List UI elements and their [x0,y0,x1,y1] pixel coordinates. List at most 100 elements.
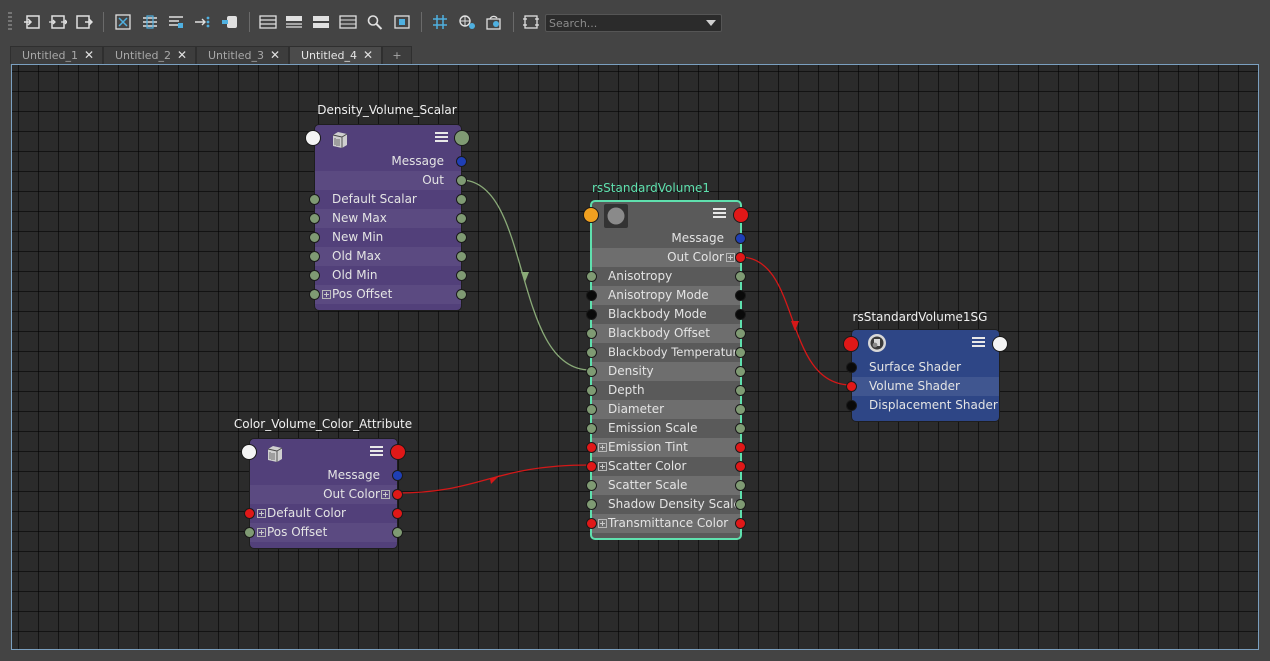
input-port[interactable] [586,309,597,320]
output-port[interactable] [456,270,467,281]
graph-input-icon[interactable] [22,12,42,32]
output-port[interactable] [735,309,746,320]
node-color-volume-color-attribute[interactable]: Message Out Color Default Color Pos Offs… [241,438,406,549]
graph-output-icon[interactable] [74,12,94,32]
expand-icon[interactable] [598,443,607,452]
swatch-compact-icon[interactable] [258,12,278,32]
output-port[interactable] [992,336,1008,352]
attribute-row[interactable]: Emission Tint [586,438,746,457]
attribute-row[interactable]: Message [250,466,403,485]
input-port[interactable] [586,366,597,377]
attribute-row[interactable]: Scatter Color [586,457,746,476]
layout-icon[interactable] [166,12,186,32]
attribute-row[interactable]: Pos Offset [309,285,467,304]
attribute-row[interactable]: Depth [586,381,746,400]
attribute-row[interactable]: Out Color [250,485,403,504]
menu-icon[interactable] [370,446,383,458]
frame-all-icon[interactable] [113,12,133,32]
menu-icon[interactable] [435,132,448,144]
attribute-row[interactable]: Displacement Shader [846,396,999,415]
attribute-row[interactable]: Pos Offset [244,523,403,542]
input-port[interactable] [586,385,597,396]
output-port[interactable] [735,442,746,453]
attribute-row[interactable]: Anisotropy [586,267,746,286]
input-port[interactable] [586,271,597,282]
swatch-simple-icon[interactable] [284,12,304,32]
input-port[interactable] [586,347,597,358]
output-port[interactable] [735,233,746,244]
output-port[interactable] [735,366,746,377]
input-port[interactable] [586,404,597,415]
export-icon[interactable] [521,12,541,32]
output-port[interactable] [735,271,746,282]
input-port[interactable] [846,381,857,392]
input-port[interactable] [244,508,255,519]
node-title[interactable]: Density_Volume_Scalar [317,103,456,117]
input-port[interactable] [244,527,255,538]
input-port[interactable] [309,270,320,281]
input-port[interactable] [309,213,320,224]
output-port[interactable] [735,328,746,339]
material-viewer-icon[interactable] [392,12,412,32]
output-port[interactable] [456,213,467,224]
search-input[interactable] [546,15,704,31]
expand-icon[interactable] [726,253,735,262]
expand-icon[interactable] [257,509,266,518]
input-port[interactable] [586,480,597,491]
input-port[interactable] [586,461,597,472]
wire-density[interactable] [460,179,591,371]
chevron-down-icon[interactable] [706,20,716,26]
input-port[interactable] [586,518,597,529]
attribute-row[interactable]: Old Max [309,247,467,266]
input-port[interactable] [586,290,597,301]
input-port[interactable] [586,328,597,339]
swatch-custom-icon[interactable] [338,12,358,32]
output-port[interactable] [456,175,467,186]
wire-scatter-color[interactable] [396,464,591,494]
attribute-row[interactable]: Transmittance Color [586,514,746,533]
input-port[interactable] [586,442,597,453]
attribute-row[interactable]: Anisotropy Mode [586,286,746,305]
output-port[interactable] [735,480,746,491]
refresh-icon[interactable] [484,12,504,32]
attribute-row[interactable]: Blackbody Temperature [586,343,746,362]
attribute-row[interactable]: Volume Shader [846,377,999,396]
output-port[interactable] [392,527,403,538]
input-port[interactable] [241,444,257,460]
tab-untitled-3[interactable]: Untitled_3 ✕ [196,46,289,64]
input-port[interactable] [309,251,320,262]
output-port[interactable] [456,289,467,300]
input-port[interactable] [305,130,321,146]
node-title[interactable]: Color_Volume_Color_Attribute [234,417,412,431]
output-port[interactable] [735,252,746,263]
output-port[interactable] [390,444,406,460]
tab-untitled-4[interactable]: Untitled_4 ✕ [289,46,382,64]
attribute-row[interactable]: Old Min [309,266,467,285]
output-port[interactable] [735,347,746,358]
output-port[interactable] [456,251,467,262]
output-port[interactable] [392,489,403,500]
menu-icon[interactable] [713,208,726,220]
attribute-row[interactable]: Out [315,171,467,190]
grid-icon[interactable] [430,12,450,32]
input-port[interactable] [843,336,859,352]
output-port[interactable] [456,156,467,167]
output-port[interactable] [735,499,746,510]
close-icon[interactable]: ✕ [363,47,373,64]
wire-volume-shader[interactable] [739,256,852,386]
input-port[interactable] [309,194,320,205]
close-icon[interactable]: ✕ [177,47,187,64]
tab-untitled-2[interactable]: Untitled_2 ✕ [103,46,196,64]
output-port[interactable] [735,385,746,396]
output-port[interactable] [392,508,403,519]
input-port[interactable] [586,499,597,510]
attribute-row[interactable]: New Max [309,209,467,228]
node-title[interactable]: rsStandardVolume1SG [853,310,988,324]
menu-icon[interactable] [972,337,985,349]
attribute-row[interactable]: Surface Shader [846,358,999,377]
expand-icon[interactable] [598,519,607,528]
frame-selected-icon[interactable] [140,12,160,32]
search-icon[interactable] [365,12,385,32]
expand-icon[interactable] [598,462,607,471]
attribute-row[interactable]: Diameter [586,400,746,419]
